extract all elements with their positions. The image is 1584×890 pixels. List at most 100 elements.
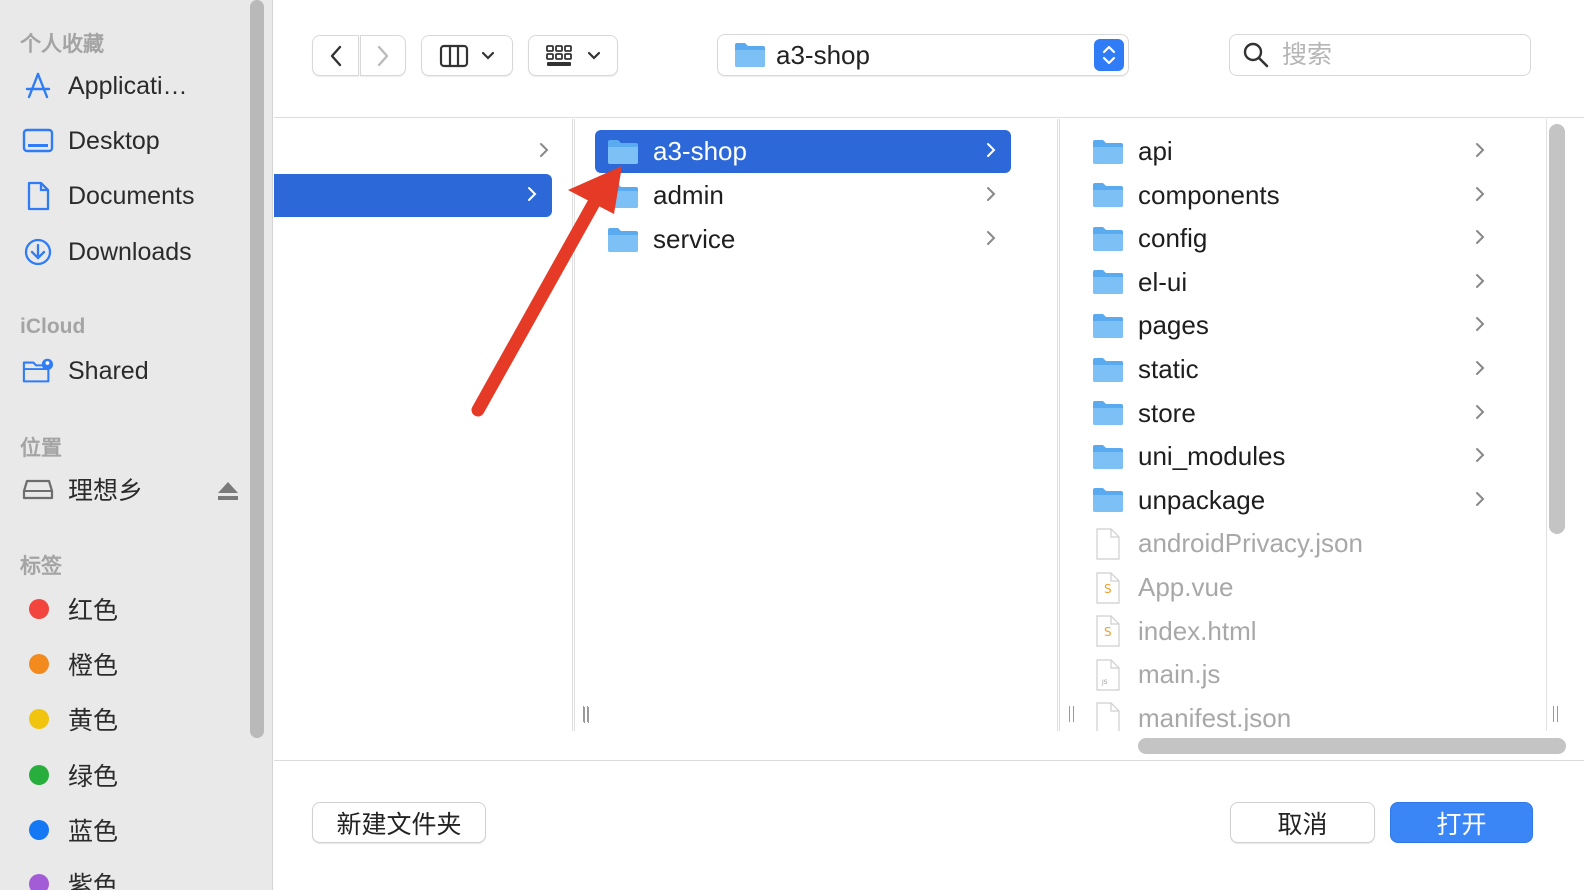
sidebar-tag-orange[interactable]: 橙色 bbox=[22, 644, 237, 684]
favorites-section-title: 个人收藏 bbox=[20, 33, 104, 56]
list-item-label: androidPrivacy.json bbox=[1138, 528, 1363, 559]
list-item[interactable] bbox=[274, 130, 564, 173]
list-item-folder[interactable]: api bbox=[1080, 130, 1500, 173]
sidebar-tag-green[interactable]: 绿色 bbox=[22, 755, 237, 795]
svg-text:S: S bbox=[1104, 582, 1112, 596]
folder-icon bbox=[1092, 269, 1124, 295]
sidebar-item-shared[interactable]: Shared bbox=[22, 351, 237, 391]
column-resize-handle[interactable] bbox=[580, 706, 590, 722]
sidebar-tag-yellow[interactable]: 黄色 bbox=[22, 699, 237, 739]
back-button[interactable] bbox=[312, 35, 359, 76]
chevron-right-icon bbox=[528, 187, 537, 201]
list-item-folder[interactable]: a3-shop bbox=[595, 130, 1011, 173]
grid-icon bbox=[546, 44, 572, 66]
column-resize-handle[interactable] bbox=[1066, 706, 1076, 722]
column-3: api components config el-ui pages static store… bbox=[1059, 119, 1547, 731]
list-item-folder[interactable]: components bbox=[1080, 174, 1500, 217]
documents-icon bbox=[22, 180, 54, 212]
sidebar-item-downloads[interactable]: Downloads bbox=[22, 232, 237, 272]
list-item-folder[interactable]: service bbox=[595, 218, 1011, 261]
list-item-file[interactable]: Sindex.html bbox=[1080, 610, 1500, 653]
chevron-down-icon bbox=[481, 51, 495, 60]
sidebar-item-desktop[interactable]: Desktop bbox=[22, 121, 237, 161]
column-2: a3-shop admin service bbox=[574, 119, 1058, 731]
sidebar-item-documents[interactable]: Documents bbox=[22, 176, 237, 216]
new-folder-button[interactable]: 新建文件夹 bbox=[312, 802, 486, 843]
list-item-label: index.html bbox=[1138, 615, 1257, 646]
vertical-scrollbar[interactable] bbox=[1549, 124, 1565, 534]
file-icon: JS bbox=[1092, 659, 1124, 691]
list-item-folder[interactable]: config bbox=[1080, 217, 1500, 260]
sidebar-tag-blue[interactable]: 蓝色 bbox=[22, 810, 237, 850]
column-resize-handle[interactable] bbox=[1550, 706, 1560, 722]
sidebar-item-disk[interactable]: 理想乡 bbox=[22, 469, 237, 509]
chevron-right-icon bbox=[1476, 230, 1485, 245]
file-icon: S bbox=[1092, 571, 1124, 604]
list-item-folder[interactable]: static bbox=[1080, 348, 1500, 391]
sidebar-item-label: 橙色 bbox=[68, 652, 119, 680]
folder-icon bbox=[1092, 487, 1124, 513]
svg-text:S: S bbox=[1104, 625, 1112, 639]
list-item-folder[interactable]: uni_modules bbox=[1080, 435, 1500, 478]
open-button[interactable]: 打开 bbox=[1390, 802, 1533, 843]
chevron-right-icon bbox=[1476, 448, 1485, 463]
view-mode-button[interactable] bbox=[421, 35, 513, 76]
eject-icon[interactable] bbox=[216, 480, 242, 502]
search-field[interactable] bbox=[1229, 34, 1531, 76]
path-popup[interactable]: a3-shop bbox=[717, 34, 1129, 76]
sidebar-item-label: 黄色 bbox=[68, 707, 119, 735]
applications-icon bbox=[22, 70, 54, 102]
list-item-label: unpackage bbox=[1138, 484, 1266, 515]
group-by-button[interactable] bbox=[528, 35, 618, 76]
sidebar-item-label: 理想乡 bbox=[68, 477, 144, 505]
sidebar-scrollbar[interactable] bbox=[250, 0, 264, 738]
chevron-down-icon bbox=[587, 51, 601, 60]
list-item-folder[interactable]: pages bbox=[1080, 304, 1500, 347]
list-item-label: config bbox=[1138, 223, 1208, 254]
list-item-folder[interactable]: unpackage bbox=[1080, 479, 1500, 522]
list-item-folder[interactable]: el-ui bbox=[1080, 261, 1500, 304]
chevron-right-icon bbox=[1476, 491, 1485, 506]
list-item-label: service bbox=[653, 224, 736, 254]
list-item-folder[interactable]: store bbox=[1080, 392, 1500, 435]
list-item-file[interactable]: JS main.js bbox=[1080, 653, 1500, 696]
sidebar-tag-purple[interactable]: 紫色 bbox=[22, 864, 237, 890]
folder-icon bbox=[1092, 400, 1124, 426]
stepper-icon bbox=[1094, 39, 1124, 71]
list-item-label: App.vue bbox=[1138, 572, 1234, 602]
list-item-file[interactable]: manifest.json bbox=[1080, 697, 1500, 731]
sidebar-item-applications[interactable]: Applicati… bbox=[22, 66, 237, 106]
forward-button[interactable] bbox=[360, 35, 406, 76]
folder-icon bbox=[1092, 226, 1124, 252]
search-input[interactable] bbox=[1282, 40, 1502, 70]
folder-icon bbox=[1092, 444, 1124, 470]
chevron-right-icon bbox=[1476, 404, 1485, 419]
sidebar-item-label: Downloads bbox=[68, 237, 192, 266]
list-item-label: manifest.json bbox=[1138, 702, 1292, 731]
tags-section-title: 标签 bbox=[20, 555, 62, 578]
columns-view-icon bbox=[439, 44, 469, 67]
file-icon bbox=[1092, 528, 1124, 560]
list-item-label: uni_modules bbox=[1138, 441, 1286, 472]
list-item-file[interactable]: S App.vue bbox=[1080, 566, 1500, 609]
chevron-right-icon bbox=[1476, 273, 1485, 288]
file-icon: S bbox=[1092, 615, 1124, 647]
list-item-file[interactable]: androidPrivacy.json bbox=[1080, 522, 1500, 565]
cancel-button[interactable]: 取消 bbox=[1230, 802, 1375, 843]
horizontal-scrollbar[interactable] bbox=[1138, 738, 1566, 754]
sidebar-tag-red[interactable]: 红色 bbox=[22, 589, 237, 629]
column-1 bbox=[274, 119, 589, 731]
list-item-label: a3-shop bbox=[653, 136, 747, 166]
svg-text:JS: JS bbox=[1101, 679, 1108, 686]
list-item-selected[interactable] bbox=[274, 174, 552, 217]
sidebar-item-label: Desktop bbox=[68, 126, 160, 155]
folder-icon bbox=[607, 139, 639, 165]
sidebar-item-label: Applicati… bbox=[68, 71, 188, 100]
chevron-right-icon bbox=[987, 231, 996, 245]
list-item-folder[interactable]: admin bbox=[595, 174, 1011, 217]
toolbar: a3-shop bbox=[274, 0, 1584, 118]
sidebar-item-label: 蓝色 bbox=[68, 818, 119, 846]
tag-color-dot bbox=[29, 654, 49, 674]
tag-color-dot bbox=[29, 765, 49, 785]
open-file-dialog: 个人收藏 Applicati… Desktop Documents Downlo… bbox=[0, 0, 1584, 890]
